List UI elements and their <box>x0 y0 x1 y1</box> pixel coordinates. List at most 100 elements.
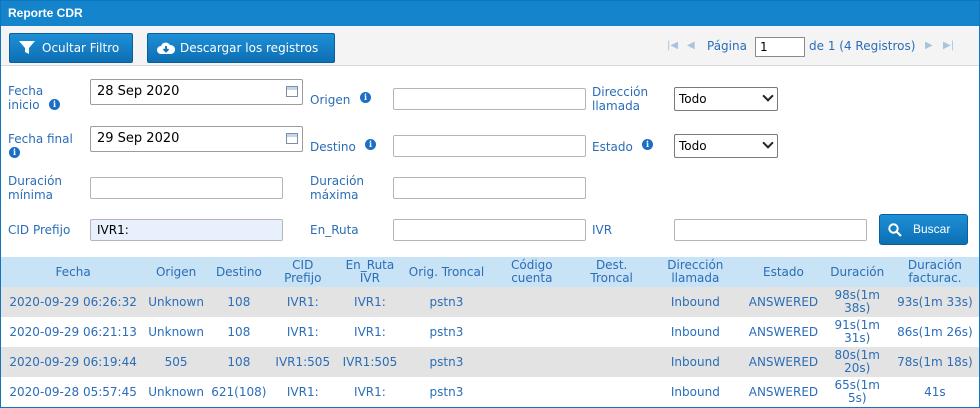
column-header[interactable]: Duración <box>823 257 891 287</box>
last-page-icon[interactable]: ▶| <box>943 40 955 52</box>
search-label: Buscar <box>913 222 951 236</box>
en-ruta-input[interactable] <box>393 219 586 241</box>
table-cell: 93s(1m 33s) <box>890 287 979 317</box>
direccion-label: Dirección llamada <box>592 85 649 113</box>
table-cell: IVR1:505 <box>270 347 335 377</box>
table-cell: ANSWERED <box>743 317 824 347</box>
column-header[interactable]: Duración facturac. <box>890 257 979 287</box>
toolbar: Ocultar Filtro Descargar los registros |… <box>1 26 979 66</box>
fecha-inicio-input[interactable]: 28 Sep 2020 <box>90 79 303 105</box>
destino-label: Destino <box>310 140 356 154</box>
table-cell: Inbound <box>647 377 744 407</box>
cdr-report-panel: Reporte CDR Ocultar Filtro Descargar los… <box>0 0 980 408</box>
info-icon: i <box>642 139 653 150</box>
table-cell: IVR1: <box>270 317 335 347</box>
search-icon <box>888 223 902 237</box>
cid-prefijo-label: CID Prefijo <box>8 223 71 237</box>
table-row[interactable]: 2020-09-29 06:26:32 Unknown 108 IVR1: IV… <box>1 287 979 317</box>
destino-input[interactable] <box>393 135 586 157</box>
filter-icon <box>19 41 35 54</box>
pager-page-label: Página <box>707 39 747 53</box>
table-cell: Unknown <box>145 317 207 347</box>
table-cell: Inbound <box>647 317 744 347</box>
column-header[interactable]: Dirección llamada <box>647 257 744 287</box>
prev-page-icon[interactable]: ◀ <box>687 40 699 52</box>
fecha-final-input[interactable]: 29 Sep 2020 <box>90 126 303 152</box>
column-header[interactable]: Código cuenta <box>487 257 576 287</box>
duracion-maxima-input[interactable] <box>393 177 586 199</box>
ivr-input[interactable] <box>674 219 867 241</box>
table-cell: 2020-09-29 06:26:32 <box>1 287 146 317</box>
column-header[interactable]: Dest. Troncal <box>575 257 648 287</box>
table-cell: IVR1: <box>334 317 406 347</box>
fecha-inicio-value: 28 Sep 2020 <box>97 84 180 99</box>
table-cell: 80s(1m 20s) <box>823 347 891 377</box>
estado-selected: Todo <box>679 139 707 153</box>
table-cell: 108 <box>206 317 271 347</box>
table-cell: pstn3 <box>405 317 488 347</box>
search-button[interactable]: Buscar <box>879 214 968 245</box>
table-cell: 78s(1m 18s) <box>890 347 979 377</box>
window-title: Reporte CDR <box>1 1 979 26</box>
download-records-button[interactable]: Descargar los registros <box>147 33 335 63</box>
table-cell: 505 <box>145 347 207 377</box>
column-header[interactable]: Destino <box>206 257 271 287</box>
estado-select[interactable]: Todo <box>674 134 778 158</box>
table-cell: 65s(1m 5s) <box>823 377 891 407</box>
table-cell: ANSWERED <box>743 377 824 407</box>
table-cell: pstn3 <box>405 287 488 317</box>
hide-filter-button[interactable]: Ocultar Filtro <box>9 33 133 63</box>
table-cell <box>487 347 576 377</box>
table-cell: 2020-09-29 06:21:13 <box>1 317 146 347</box>
table-cell: 41s <box>890 377 979 407</box>
pager-page-of: de 1 (4 Registros) <box>809 39 916 53</box>
calendar-icon[interactable] <box>286 133 298 144</box>
cdr-table: Fecha Origen Destino CID Prefijo En_Ruta… <box>1 257 979 407</box>
calendar-icon[interactable] <box>286 86 298 97</box>
chevron-down-icon <box>762 90 774 102</box>
table-cell: ANSWERED <box>743 287 824 317</box>
fecha-final-label: Fecha final <box>8 132 73 146</box>
table-cell: pstn3 <box>405 377 488 407</box>
next-page-icon[interactable]: ▶ <box>925 40 937 52</box>
origen-label: Origen <box>310 93 351 107</box>
info-icon: i <box>365 139 376 150</box>
hide-filter-label: Ocultar Filtro <box>42 41 120 55</box>
cid-prefijo-input[interactable]: IVR1: <box>90 219 283 241</box>
table-cell <box>487 317 576 347</box>
column-header[interactable]: En_Ruta IVR <box>334 257 406 287</box>
table-cell: 2020-09-28 05:57:45 <box>1 377 146 407</box>
duracion-minima-input[interactable] <box>90 177 283 199</box>
pager: |◀ ◀ Página de 1 (4 Registros) ▶ ▶| <box>667 37 967 57</box>
table-cell: 86s(1m 26s) <box>890 317 979 347</box>
info-icon: i <box>9 147 20 158</box>
table-cell: Unknown <box>145 377 207 407</box>
column-header[interactable]: CID Prefijo <box>270 257 335 287</box>
column-header[interactable]: Origen <box>145 257 207 287</box>
download-records-label: Descargar los registros <box>180 41 319 55</box>
pager-page-input[interactable] <box>755 37 805 57</box>
table-row[interactable]: 2020-09-29 06:21:13 Unknown 108 IVR1: IV… <box>1 317 979 347</box>
table-header-row: Fecha Origen Destino CID Prefijo En_Ruta… <box>1 257 979 287</box>
origen-input[interactable] <box>393 88 586 110</box>
table-row[interactable]: 2020-09-28 05:57:45 Unknown 621(108) IVR… <box>1 377 979 407</box>
table-cell: IVR1: <box>270 377 335 407</box>
table-row[interactable]: 2020-09-29 06:19:44 505 108 IVR1:505 IVR… <box>1 347 979 377</box>
table-cell: 108 <box>206 287 271 317</box>
info-icon: i <box>360 92 371 103</box>
table-cell <box>487 287 576 317</box>
first-page-icon[interactable]: |◀ <box>667 40 679 52</box>
en-ruta-label: En_Ruta <box>310 223 359 237</box>
table-cell: 2020-09-29 06:19:44 <box>1 347 146 377</box>
table-cell <box>487 377 576 407</box>
table-cell <box>575 317 648 347</box>
column-header[interactable]: Fecha <box>1 257 146 287</box>
column-header[interactable]: Orig. Troncal <box>405 257 488 287</box>
direccion-select[interactable]: Todo <box>674 87 778 111</box>
ivr-label: IVR <box>592 223 613 237</box>
table-cell: pstn3 <box>405 347 488 377</box>
cloud-download-icon <box>157 42 175 54</box>
table-cell: ANSWERED <box>743 347 824 377</box>
chevron-down-icon <box>762 137 774 149</box>
column-header[interactable]: Estado <box>743 257 824 287</box>
